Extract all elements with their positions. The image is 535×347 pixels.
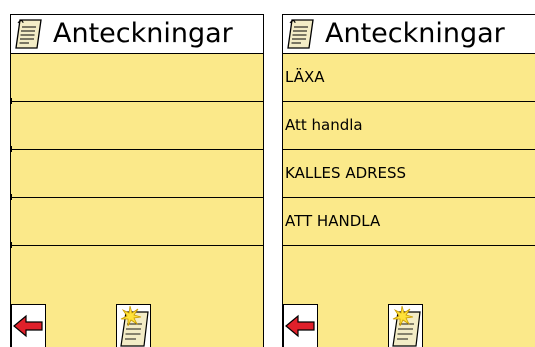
back-arrow-icon	[283, 304, 318, 347]
note-title: LÄXA	[285, 68, 325, 86]
notes-list: LÄXA Att handla KALLES ADRESS ATT HANDLA	[283, 54, 535, 246]
new-note-button[interactable]	[388, 304, 424, 347]
notes-screen-list: Anteckningar LÄXA Att handla KALLES ADRE…	[282, 14, 535, 347]
list-item[interactable]: LÄXA	[283, 54, 535, 102]
list-item[interactable]	[11, 198, 263, 248]
back-button[interactable]	[11, 304, 47, 347]
notes-list	[11, 54, 263, 248]
app-header: Anteckningar	[283, 15, 535, 54]
note-title: Att handla	[285, 116, 363, 134]
notes-screen-empty: Anteckningar	[10, 14, 264, 347]
note-title: KALLES ADRESS	[285, 164, 407, 182]
list-item[interactable]	[11, 102, 263, 152]
list-item[interactable]: KALLES ADRESS	[283, 150, 535, 198]
app-title: Anteckningar	[53, 18, 233, 49]
back-arrow-icon	[11, 304, 46, 347]
list-item[interactable]: Att handla	[283, 102, 535, 150]
note-icon	[287, 19, 314, 49]
new-note-icon	[116, 304, 151, 347]
new-note-icon	[388, 304, 423, 347]
back-button[interactable]	[283, 304, 319, 347]
list-item[interactable]	[11, 54, 263, 104]
app-title: Anteckningar	[325, 18, 505, 49]
note-icon	[15, 19, 42, 49]
app-header: Anteckningar	[11, 15, 263, 54]
note-title: ATT HANDLA	[285, 212, 381, 230]
new-note-button[interactable]	[116, 304, 152, 347]
list-item[interactable]: ATT HANDLA	[283, 198, 535, 246]
list-item[interactable]	[11, 150, 263, 200]
